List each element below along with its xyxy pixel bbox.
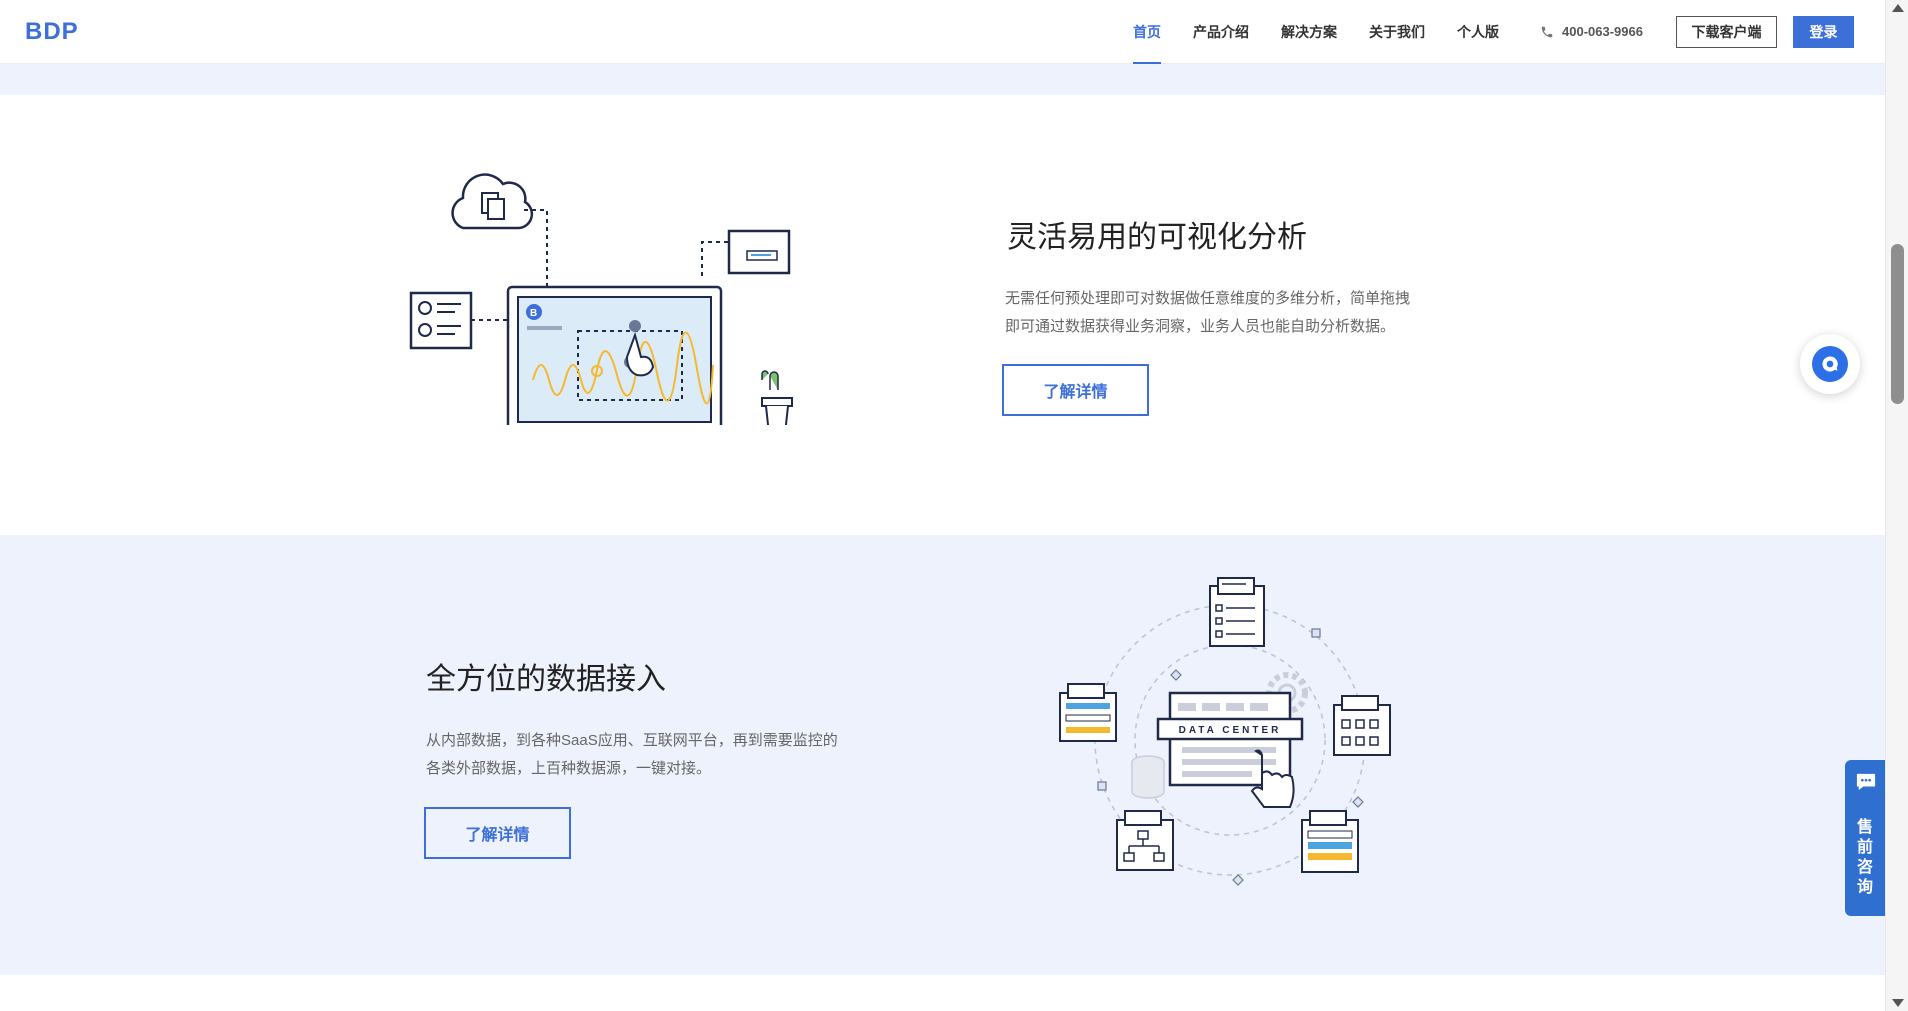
desc-line: 无需任何预处理即可对数据做任意维度的多维分析，简单拖拽 (1005, 290, 1411, 307)
data-center-illustration: DATA CENTER (1059, 577, 1391, 886)
data-center-label: DATA CENTER (1179, 725, 1282, 736)
feature-desc-visual-analysis: 无需任何预处理即可对数据做任意维度的多维分析，简单拖拽 即可通过数据获得业务洞察… (1005, 285, 1445, 341)
presale-consult-button[interactable]: 售前咨询 (1845, 760, 1885, 916)
presale-label-char: 咨 (1856, 859, 1873, 876)
login-button[interactable]: 登录 (1793, 16, 1854, 48)
scroll-thumb[interactable] (1891, 244, 1904, 404)
nav-item-solutions[interactable]: 解决方案 (1281, 0, 1337, 64)
nav-item-home[interactable]: 首页 (1133, 0, 1161, 64)
vertical-scrollbar[interactable] (1885, 0, 1908, 1011)
feature-desc-data-access: 从内部数据，到各种SaaS应用、互联网平台，再到需要监控的 各类外部数据，上百种… (426, 727, 866, 783)
desc-line: 即可通过数据获得业务洞察，业务人员也能自助分析数据。 (1005, 318, 1396, 335)
phone-icon (1541, 26, 1553, 38)
phone-number: 400-063-9966 (1562, 24, 1643, 39)
main-nav: 首页 产品介绍 解决方案 关于我们 个人版 (1133, 0, 1531, 64)
top-header: BDP 首页 产品介绍 解决方案 关于我们 个人版 400-063-9966 下… (0, 0, 1885, 64)
svg-text:B: B (530, 308, 537, 319)
nav-item-personal[interactable]: 个人版 (1457, 0, 1499, 64)
online-chat-button[interactable] (1800, 334, 1860, 394)
nav-item-about[interactable]: 关于我们 (1369, 0, 1425, 64)
phone-contact: 400-063-9966 (1540, 0, 1643, 64)
learn-more-button-data-access[interactable]: 了解详情 (424, 807, 571, 859)
desc-line: 各类外部数据，上百种数据源，一键对接。 (426, 760, 712, 777)
feature-section-data-access: 全方位的数据接入 从内部数据，到各种SaaS应用、互联网平台，再到需要监控的 各… (0, 535, 1885, 975)
scroll-up-arrow[interactable] (1892, 4, 1904, 12)
presale-label-char: 售 (1856, 819, 1873, 836)
page: BDP 首页 产品介绍 解决方案 关于我们 个人版 400-063-9966 下… (0, 0, 1885, 1011)
bdp-logo[interactable]: BDP (25, 18, 79, 46)
presale-label-char: 询 (1856, 879, 1873, 896)
presale-label-chars: 售前咨询 (1845, 818, 1885, 898)
nav-item-products[interactable]: 产品介绍 (1193, 0, 1249, 64)
feature-section-visual-analysis: B 灵活易用的可视化分析 无需任何预处理即可对数据做任意维度的多维分析，简单拖拽… (0, 95, 1885, 535)
message-icon (1856, 773, 1876, 791)
top-band (0, 64, 1885, 95)
feature-title-visual-analysis: 灵活易用的可视化分析 (1007, 221, 1307, 254)
chat-icon (1812, 346, 1848, 382)
presale-label: 售前咨询 (1845, 818, 1885, 898)
desc-line: 从内部数据，到各种SaaS应用、互联网平台，再到需要监控的 (426, 732, 838, 749)
download-client-button[interactable]: 下载客户端 (1676, 16, 1777, 48)
scroll-down-arrow[interactable] (1892, 999, 1904, 1007)
learn-more-button-visual-analysis[interactable]: 了解详情 (1002, 364, 1149, 416)
bottom-band (0, 975, 1885, 1011)
feature-title-data-access: 全方位的数据接入 (426, 663, 666, 696)
presale-label-char: 前 (1856, 839, 1873, 856)
laptop-analysis-illustration: B (409, 173, 793, 425)
